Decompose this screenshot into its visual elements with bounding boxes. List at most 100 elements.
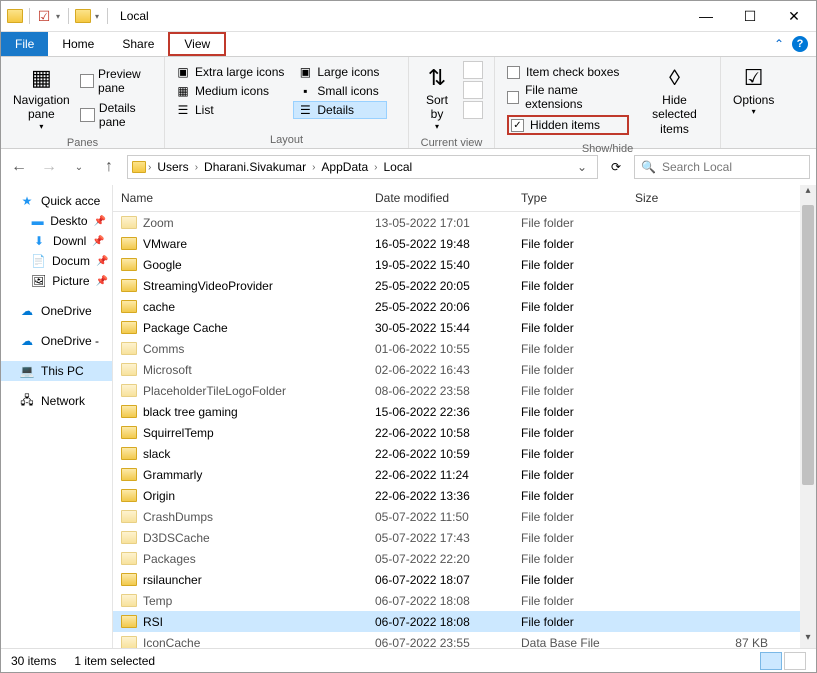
details-pane-button[interactable]: Details pane: [76, 99, 158, 131]
table-row[interactable]: Grammarly22-06-2022 11:24File folder: [113, 464, 816, 485]
table-row[interactable]: slack22-06-2022 10:59File folder: [113, 443, 816, 464]
file-date: 25-05-2022 20:05: [375, 279, 521, 293]
ribbon-collapse-icon[interactable]: ⌃: [774, 37, 784, 51]
sidebar-item-desktop[interactable]: ▬Deskto📌: [1, 211, 112, 231]
breadcrumb[interactable]: › Users› Dharani.Sivakumar› AppData› Loc…: [127, 155, 598, 179]
table-row[interactable]: Temp06-07-2022 18:08File folder: [113, 590, 816, 611]
table-row[interactable]: rsilauncher06-07-2022 18:07File folder: [113, 569, 816, 590]
sidebar-network[interactable]: 🖧Network: [1, 391, 112, 411]
file-date: 25-05-2022 20:06: [375, 300, 521, 314]
table-row[interactable]: SquirrelTemp22-06-2022 10:58File folder: [113, 422, 816, 443]
tab-home[interactable]: Home: [48, 32, 108, 56]
breadcrumb-seg[interactable]: Dharani.Sivakumar: [200, 160, 310, 174]
hide-selected-button[interactable]: ◊ Hide selected items: [635, 61, 714, 138]
file-type: Data Base File: [521, 636, 635, 649]
layout-large[interactable]: ▣Large icons: [293, 63, 387, 81]
options-label: Options: [733, 93, 774, 107]
col-date[interactable]: Date modified: [375, 191, 521, 205]
table-row[interactable]: RSI06-07-2022 18:08File folder: [113, 611, 816, 632]
pin-icon: 📌: [96, 276, 108, 287]
col-name[interactable]: Name: [121, 191, 375, 205]
forward-button[interactable]: →: [37, 155, 61, 179]
refresh-button[interactable]: ⟳: [604, 155, 628, 179]
options-button[interactable]: ☑ Options ▾: [727, 61, 780, 119]
breadcrumb-dropdown-icon[interactable]: ⌄: [577, 160, 593, 174]
qat-check-icon[interactable]: ☑: [36, 8, 52, 24]
tab-file[interactable]: File: [1, 32, 48, 56]
layout-xlarge[interactable]: ▣Extra large icons: [171, 63, 292, 81]
file-name: Packages: [143, 552, 196, 566]
search-input[interactable]: 🔍 Search Local: [634, 155, 810, 179]
details-view-toggle[interactable]: [760, 652, 782, 670]
table-row[interactable]: PlaceholderTileLogoFolder08-06-2022 23:5…: [113, 380, 816, 401]
col-type[interactable]: Type: [521, 191, 635, 205]
qat-dropdown-2[interactable]: ▾: [93, 12, 101, 21]
table-row[interactable]: Comms01-06-2022 10:55File folder: [113, 338, 816, 359]
table-row[interactable]: Zoom13-05-2022 17:01File folder: [113, 212, 816, 233]
recent-button[interactable]: ⌄: [67, 155, 91, 179]
folder-icon: [121, 426, 137, 439]
sidebar-item-documents[interactable]: 📄Docum📌: [1, 251, 112, 271]
minimize-button[interactable]: —: [684, 1, 728, 31]
up-button[interactable]: ↑: [97, 155, 121, 179]
sidebar-onedrive[interactable]: ☁OneDrive: [1, 301, 112, 321]
app-icon: [7, 9, 23, 23]
table-row[interactable]: VMware16-05-2022 19:48File folder: [113, 233, 816, 254]
folder-icon: [121, 363, 137, 376]
hidden-items-toggle[interactable]: ✓Hidden items: [507, 115, 629, 135]
layout-list[interactable]: ☰List: [171, 101, 292, 119]
scrollbar[interactable]: ▴ ▾: [800, 185, 816, 648]
scroll-down-icon[interactable]: ▾: [800, 632, 816, 648]
scroll-thumb[interactable]: [802, 205, 814, 485]
breadcrumb-seg[interactable]: Users: [153, 160, 192, 174]
item-check-boxes-toggle[interactable]: Item check boxes: [507, 65, 629, 79]
desktop-icon: ▬: [31, 214, 44, 228]
breadcrumb-seg[interactable]: Local: [379, 160, 416, 174]
file-date: 02-06-2022 16:43: [375, 363, 521, 377]
file-date: 22-06-2022 10:59: [375, 447, 521, 461]
file-date: 15-06-2022 22:36: [375, 405, 521, 419]
sidebar-item-downloads[interactable]: ⬇Downl📌: [1, 231, 112, 251]
sidebar-onedrive-2[interactable]: ☁OneDrive -: [1, 331, 112, 351]
file-type: File folder: [521, 426, 635, 440]
table-row[interactable]: black tree gaming15-06-2022 22:36File fo…: [113, 401, 816, 422]
add-columns-button[interactable]: [463, 81, 483, 99]
details-icon: [80, 108, 95, 122]
sidebar-quick-access[interactable]: ★Quick acce: [1, 191, 112, 211]
sidebar-this-pc[interactable]: 💻This PC: [1, 361, 112, 381]
table-row[interactable]: Google19-05-2022 15:40File folder: [113, 254, 816, 275]
layout-small[interactable]: ▪Small icons: [293, 82, 387, 100]
table-row[interactable]: Package Cache30-05-2022 15:44File folder: [113, 317, 816, 338]
table-row[interactable]: D3DSCache05-07-2022 17:43File folder: [113, 527, 816, 548]
tab-view[interactable]: View: [168, 32, 226, 56]
table-row[interactable]: IconCache06-07-2022 23:55Data Base File8…: [113, 632, 816, 648]
sidebar-item-pictures[interactable]: 🖼Picture📌: [1, 271, 112, 291]
file-type: File folder: [521, 468, 635, 482]
table-row[interactable]: Microsoft02-06-2022 16:43File folder: [113, 359, 816, 380]
table-row[interactable]: cache25-05-2022 20:06File folder: [113, 296, 816, 317]
qat-dropdown[interactable]: ▾: [54, 12, 62, 21]
folder-icon: [121, 594, 137, 607]
table-row[interactable]: Packages05-07-2022 22:20File folder: [113, 548, 816, 569]
table-row[interactable]: StreamingVideoProvider25-05-2022 20:05Fi…: [113, 275, 816, 296]
tab-share[interactable]: Share: [108, 32, 168, 56]
table-row[interactable]: CrashDumps05-07-2022 11:50File folder: [113, 506, 816, 527]
table-row[interactable]: Origin22-06-2022 13:36File folder: [113, 485, 816, 506]
file-date: 05-07-2022 22:20: [375, 552, 521, 566]
size-columns-button[interactable]: [463, 101, 483, 119]
breadcrumb-seg[interactable]: AppData: [317, 160, 372, 174]
group-by-button[interactable]: [463, 61, 483, 79]
navigation-pane-button[interactable]: ▦ Navigation pane ▾: [7, 61, 76, 133]
thumbnails-view-toggle[interactable]: [784, 652, 806, 670]
sort-by-button[interactable]: ⇅ Sort by ▾: [415, 61, 459, 133]
layout-medium[interactable]: ▦Medium icons: [171, 82, 292, 100]
close-button[interactable]: ✕: [772, 1, 816, 31]
scroll-up-icon[interactable]: ▴: [800, 185, 816, 201]
help-icon[interactable]: ?: [792, 36, 808, 52]
layout-details[interactable]: ☰Details: [293, 101, 387, 119]
file-extensions-toggle[interactable]: File name extensions: [507, 83, 629, 111]
maximize-button[interactable]: ☐: [728, 1, 772, 31]
preview-pane-button[interactable]: Preview pane: [76, 65, 158, 97]
back-button[interactable]: ←: [7, 155, 31, 179]
col-size[interactable]: Size: [635, 191, 808, 205]
